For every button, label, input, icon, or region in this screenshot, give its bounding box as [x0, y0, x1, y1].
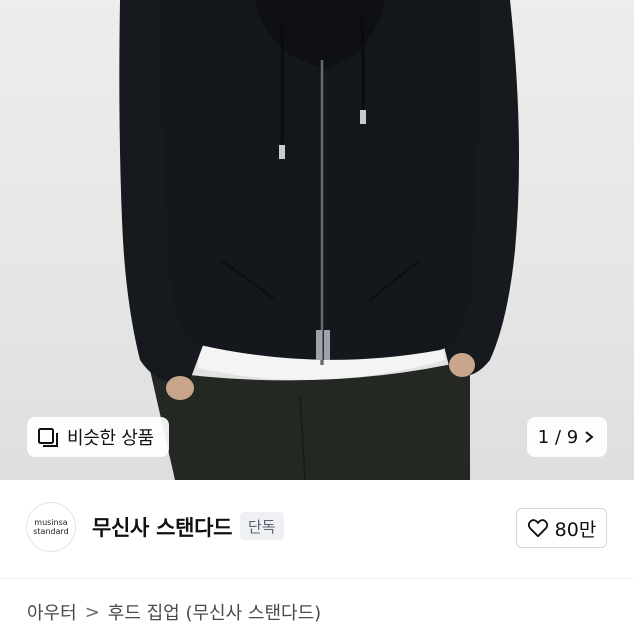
category-breadcrumb: 아우터 > 후드 집업 (무신사 스탠다드): [27, 599, 321, 625]
brand-logo-line2: standard: [33, 527, 69, 536]
chevron-right-icon: [585, 431, 594, 443]
breadcrumb-item-outer[interactable]: 아우터: [27, 599, 77, 625]
exclusive-badge: 단독: [240, 512, 284, 540]
similar-products-button[interactable]: 비슷한 상품: [27, 417, 169, 457]
brand-name[interactable]: 무신사 스탠다드: [92, 512, 232, 542]
section-divider: [0, 578, 634, 579]
image-pager-count: 1 / 9: [537, 426, 579, 448]
brand-row: musinsa standard 무신사 스탠다드 단독 80만: [0, 484, 634, 568]
brand-like-button[interactable]: 80만: [516, 508, 607, 548]
similar-products-label: 비슷한 상품: [67, 428, 154, 449]
product-photo: [119, 0, 519, 480]
image-pager[interactable]: 1 / 9: [527, 417, 607, 457]
heart-outline-icon: [527, 519, 548, 538]
similar-items-icon: [38, 428, 58, 447]
breadcrumb-item-hood-zipup[interactable]: 후드 집업 (무신사 스탠다드): [108, 599, 321, 625]
brand-like-count: 80만: [554, 518, 597, 541]
brand-logo[interactable]: musinsa standard: [26, 502, 76, 552]
breadcrumb-separator: >: [84, 601, 100, 623]
product-image-gallery[interactable]: 비슷한 상품 1 / 9: [0, 0, 634, 480]
brand-logo-line1: musinsa: [34, 518, 68, 527]
